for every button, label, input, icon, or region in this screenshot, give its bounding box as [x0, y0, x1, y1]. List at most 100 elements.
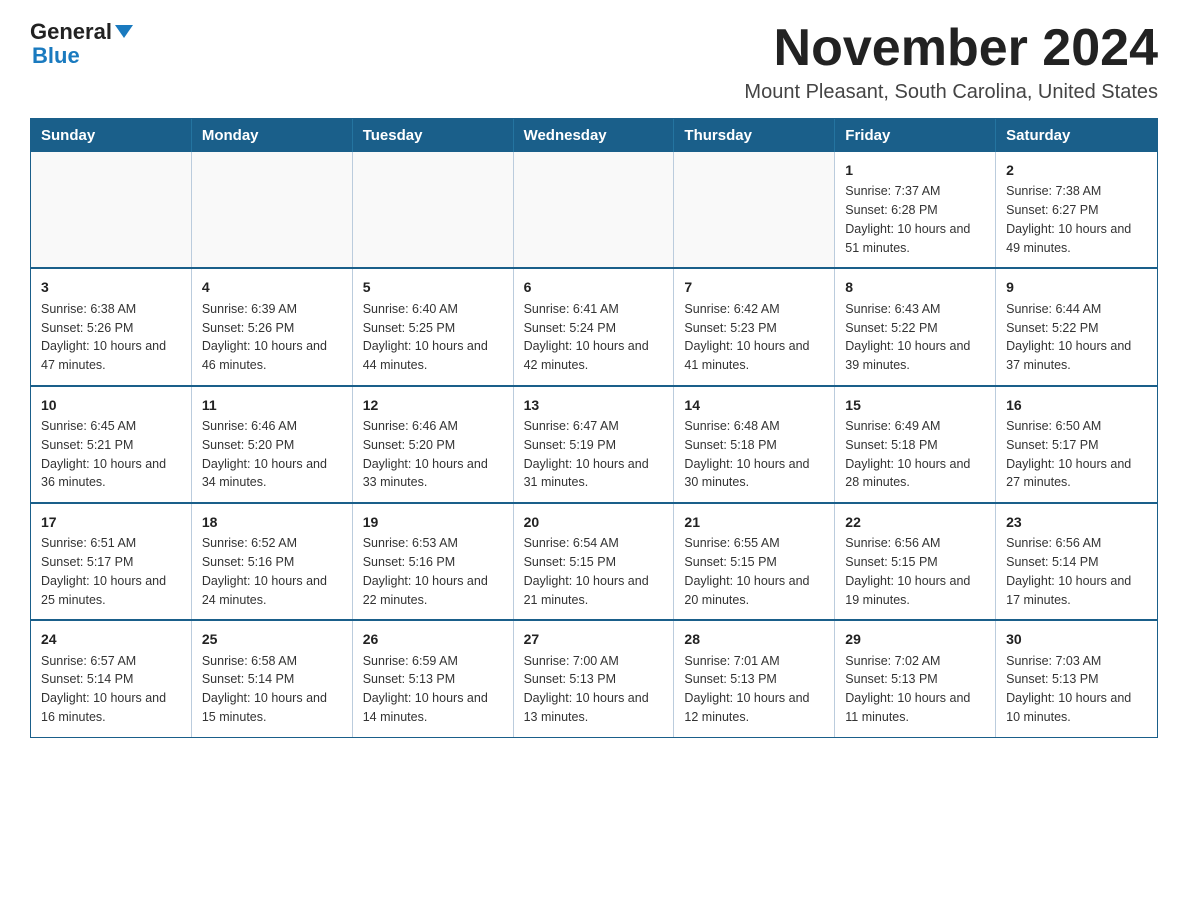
- day-info: Sunrise: 6:41 AM Sunset: 5:24 PM Dayligh…: [524, 300, 664, 375]
- day-number: 17: [41, 512, 181, 532]
- calendar-cell: [674, 152, 835, 267]
- day-info: Sunrise: 7:03 AM Sunset: 5:13 PM Dayligh…: [1006, 652, 1147, 727]
- calendar-cell: 6 Sunrise: 6:41 AM Sunset: 5:24 PM Daylig…: [514, 269, 675, 384]
- day-info: Sunrise: 6:46 AM Sunset: 5:20 PM Dayligh…: [363, 417, 503, 492]
- day-number: 11: [202, 395, 342, 415]
- calendar: SundayMondayTuesdayWednesdayThursdayFrid…: [30, 118, 1158, 737]
- day-info: Sunrise: 6:47 AM Sunset: 5:19 PM Dayligh…: [524, 417, 664, 492]
- calendar-cell: 10Sunrise: 6:45 AM Sunset: 5:21 PM Dayli…: [31, 387, 192, 502]
- day-number: 4: [202, 277, 342, 297]
- calendar-cell: 20Sunrise: 6:54 AM Sunset: 5:15 PM Dayli…: [514, 504, 675, 619]
- calendar-header: SundayMondayTuesdayWednesdayThursdayFrid…: [31, 119, 1157, 152]
- day-number: 20: [524, 512, 664, 532]
- location-subtitle: Mount Pleasant, South Carolina, United S…: [744, 81, 1158, 104]
- day-number: 1: [845, 160, 985, 180]
- calendar-cell: 19Sunrise: 6:53 AM Sunset: 5:16 PM Dayli…: [353, 504, 514, 619]
- calendar-body: 1Sunrise: 7:37 AM Sunset: 6:28 PM Daylig…: [31, 152, 1157, 736]
- day-number: 12: [363, 395, 503, 415]
- day-info: Sunrise: 6:40 AM Sunset: 5:25 PM Dayligh…: [363, 300, 503, 375]
- day-number: 8: [845, 277, 985, 297]
- day-number: 9: [1006, 277, 1147, 297]
- day-number: 28: [684, 629, 824, 649]
- day-info: Sunrise: 6:39 AM Sunset: 5:26 PM Dayligh…: [202, 300, 342, 375]
- calendar-cell: 11Sunrise: 6:46 AM Sunset: 5:20 PM Dayli…: [192, 387, 353, 502]
- day-number: 16: [1006, 395, 1147, 415]
- calendar-cell: 15Sunrise: 6:49 AM Sunset: 5:18 PM Dayli…: [835, 387, 996, 502]
- calendar-cell: [192, 152, 353, 267]
- day-number: 2: [1006, 160, 1147, 180]
- month-title: November 2024: [744, 20, 1158, 77]
- day-number: 25: [202, 629, 342, 649]
- calendar-header-cell: Wednesday: [514, 119, 675, 152]
- calendar-cell: 29Sunrise: 7:02 AM Sunset: 5:13 PM Dayli…: [835, 621, 996, 736]
- calendar-cell: [353, 152, 514, 267]
- calendar-cell: 14Sunrise: 6:48 AM Sunset: 5:18 PM Dayli…: [674, 387, 835, 502]
- calendar-cell: 16Sunrise: 6:50 AM Sunset: 5:17 PM Dayli…: [996, 387, 1157, 502]
- day-info: Sunrise: 6:56 AM Sunset: 5:14 PM Dayligh…: [1006, 534, 1147, 609]
- calendar-cell: 12Sunrise: 6:46 AM Sunset: 5:20 PM Dayli…: [353, 387, 514, 502]
- day-info: Sunrise: 6:38 AM Sunset: 5:26 PM Dayligh…: [41, 300, 181, 375]
- calendar-cell: 22Sunrise: 6:56 AM Sunset: 5:15 PM Dayli…: [835, 504, 996, 619]
- day-number: 24: [41, 629, 181, 649]
- calendar-cell: 25 Sunrise: 6:58 AM Sunset: 5:14 PM Dayli…: [192, 621, 353, 736]
- calendar-header-cell: Thursday: [674, 119, 835, 152]
- calendar-row: 10Sunrise: 6:45 AM Sunset: 5:21 PM Dayli…: [31, 385, 1157, 502]
- day-number: 19: [363, 512, 503, 532]
- title-area: November 2024 Mount Pleasant, South Caro…: [744, 20, 1158, 104]
- day-info: Sunrise: 6:48 AM Sunset: 5:18 PM Dayligh…: [684, 417, 824, 492]
- calendar-cell: [514, 152, 675, 267]
- day-info: Sunrise: 6:44 AM Sunset: 5:22 PM Dayligh…: [1006, 300, 1147, 375]
- calendar-cell: 27Sunrise: 7:00 AM Sunset: 5:13 PM Dayli…: [514, 621, 675, 736]
- day-info: Sunrise: 6:43 AM Sunset: 5:22 PM Dayligh…: [845, 300, 985, 375]
- calendar-cell: 26 Sunrise: 6:59 AM Sunset: 5:13 PM Dayli…: [353, 621, 514, 736]
- calendar-row: 24 Sunrise: 6:57 AM Sunset: 5:14 PM Dayli…: [31, 619, 1157, 736]
- calendar-row: 3 Sunrise: 6:38 AM Sunset: 5:26 PM Daylig…: [31, 267, 1157, 384]
- calendar-cell: 18Sunrise: 6:52 AM Sunset: 5:16 PM Dayli…: [192, 504, 353, 619]
- calendar-header-cell: Tuesday: [353, 119, 514, 152]
- day-info: Sunrise: 6:56 AM Sunset: 5:15 PM Dayligh…: [845, 534, 985, 609]
- day-info: Sunrise: 7:38 AM Sunset: 6:27 PM Dayligh…: [1006, 182, 1147, 257]
- calendar-cell: 1Sunrise: 7:37 AM Sunset: 6:28 PM Daylig…: [835, 152, 996, 267]
- calendar-header-cell: Sunday: [31, 119, 192, 152]
- day-info: Sunrise: 6:58 AM Sunset: 5:14 PM Dayligh…: [202, 652, 342, 727]
- logo-triangle-icon: [115, 25, 133, 38]
- calendar-header-cell: Friday: [835, 119, 996, 152]
- day-number: 23: [1006, 512, 1147, 532]
- day-info: Sunrise: 7:01 AM Sunset: 5:13 PM Dayligh…: [684, 652, 824, 727]
- calendar-cell: 23Sunrise: 6:56 AM Sunset: 5:14 PM Dayli…: [996, 504, 1157, 619]
- day-info: Sunrise: 6:45 AM Sunset: 5:21 PM Dayligh…: [41, 417, 181, 492]
- logo-text-blue: Blue: [32, 43, 80, 68]
- calendar-row: 17Sunrise: 6:51 AM Sunset: 5:17 PM Dayli…: [31, 502, 1157, 619]
- day-number: 27: [524, 629, 664, 649]
- day-number: 5: [363, 277, 503, 297]
- day-info: Sunrise: 6:57 AM Sunset: 5:14 PM Dayligh…: [41, 652, 181, 727]
- day-info: Sunrise: 6:52 AM Sunset: 5:16 PM Dayligh…: [202, 534, 342, 609]
- calendar-cell: 3 Sunrise: 6:38 AM Sunset: 5:26 PM Daylig…: [31, 269, 192, 384]
- day-number: 3: [41, 277, 181, 297]
- day-number: 18: [202, 512, 342, 532]
- calendar-cell: 13Sunrise: 6:47 AM Sunset: 5:19 PM Dayli…: [514, 387, 675, 502]
- calendar-cell: 24 Sunrise: 6:57 AM Sunset: 5:14 PM Dayli…: [31, 621, 192, 736]
- day-info: Sunrise: 6:55 AM Sunset: 5:15 PM Dayligh…: [684, 534, 824, 609]
- page-header: General Blue November 2024 Mount Pleasan…: [30, 20, 1158, 104]
- day-info: Sunrise: 6:46 AM Sunset: 5:20 PM Dayligh…: [202, 417, 342, 492]
- day-info: Sunrise: 6:42 AM Sunset: 5:23 PM Dayligh…: [684, 300, 824, 375]
- day-info: Sunrise: 6:59 AM Sunset: 5:13 PM Dayligh…: [363, 652, 503, 727]
- logo-text-general: General: [30, 20, 112, 44]
- calendar-header-cell: Saturday: [996, 119, 1157, 152]
- day-number: 26: [363, 629, 503, 649]
- logo-area: General Blue: [30, 20, 133, 68]
- calendar-cell: 21Sunrise: 6:55 AM Sunset: 5:15 PM Dayli…: [674, 504, 835, 619]
- calendar-cell: 8 Sunrise: 6:43 AM Sunset: 5:22 PM Daylig…: [835, 269, 996, 384]
- calendar-cell: 7 Sunrise: 6:42 AM Sunset: 5:23 PM Daylig…: [674, 269, 835, 384]
- day-info: Sunrise: 7:02 AM Sunset: 5:13 PM Dayligh…: [845, 652, 985, 727]
- day-info: Sunrise: 7:37 AM Sunset: 6:28 PM Dayligh…: [845, 182, 985, 257]
- calendar-cell: 9 Sunrise: 6:44 AM Sunset: 5:22 PM Daylig…: [996, 269, 1157, 384]
- day-number: 6: [524, 277, 664, 297]
- calendar-cell: 4 Sunrise: 6:39 AM Sunset: 5:26 PM Daylig…: [192, 269, 353, 384]
- day-number: 21: [684, 512, 824, 532]
- day-info: Sunrise: 6:51 AM Sunset: 5:17 PM Dayligh…: [41, 534, 181, 609]
- day-number: 10: [41, 395, 181, 415]
- day-number: 7: [684, 277, 824, 297]
- calendar-cell: 17Sunrise: 6:51 AM Sunset: 5:17 PM Dayli…: [31, 504, 192, 619]
